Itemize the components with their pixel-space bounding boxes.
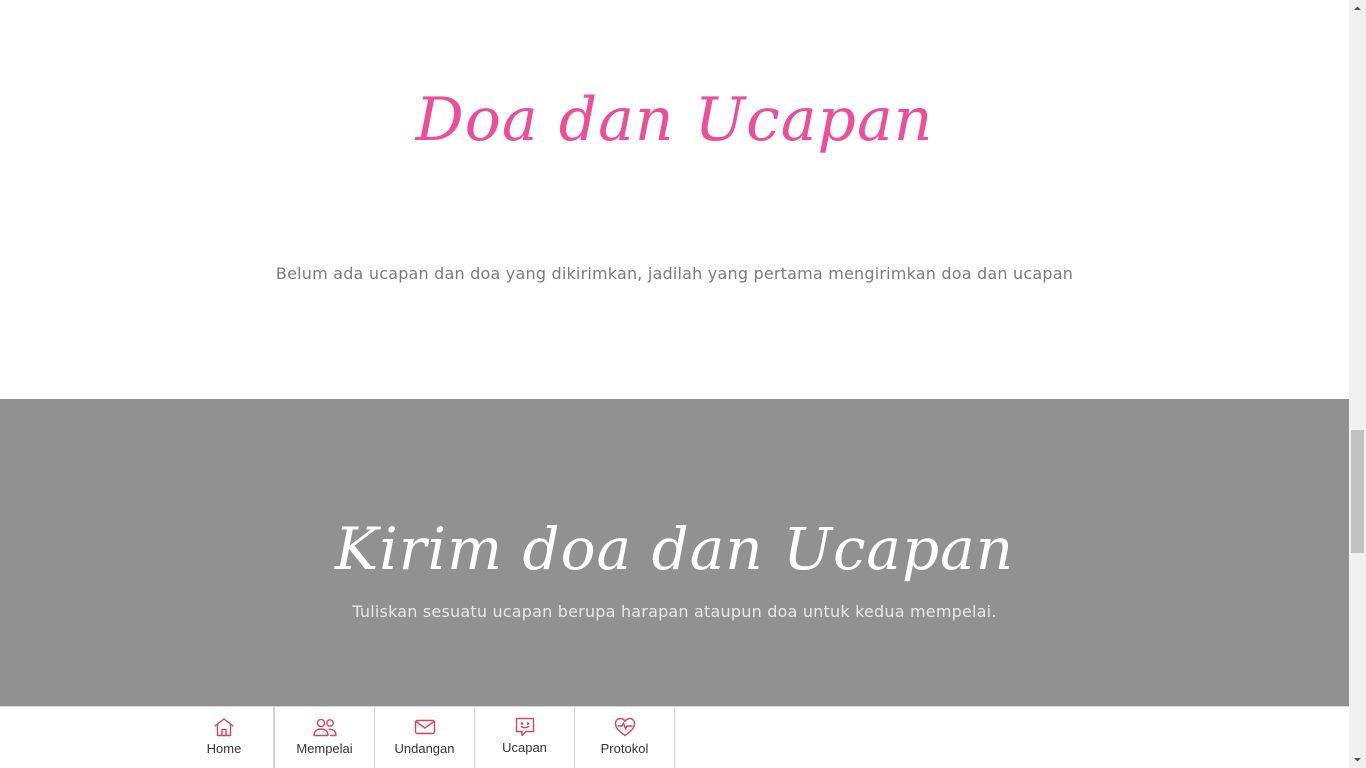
scroll-up-arrow-icon[interactable]	[1349, 0, 1366, 17]
nav-label-ucapan: Ucapan	[502, 740, 547, 755]
nav-label-undangan: Undangan	[394, 741, 455, 756]
home-icon	[214, 718, 234, 737]
doa-section: Doa dan Ucapan Belum ada ucapan dan doa …	[0, 0, 1349, 399]
vertical-scrollbar[interactable]	[1349, 0, 1366, 768]
scrollbar-thumb[interactable]	[1351, 430, 1364, 553]
doa-section-title: Doa dan Ucapan	[415, 85, 934, 155]
nav-item-mempelai[interactable]: Mempelai	[274, 707, 375, 768]
page-viewport: Doa dan Ucapan Belum ada ucapan dan doa …	[0, 0, 1349, 768]
nav-label-protokol: Protokol	[600, 741, 649, 756]
nav-label-mempelai: Mempelai	[296, 741, 353, 756]
nav-item-protokol[interactable]: Protokol	[575, 707, 675, 768]
nav-item-ucapan[interactable]: Ucapan	[475, 707, 575, 768]
nav-item-undangan[interactable]: Undangan	[375, 707, 475, 768]
kirim-section-title: Kirim doa dan Ucapan	[334, 515, 1015, 583]
empty-wishes-message: Belum ada ucapan dan doa yang dikirimkan…	[275, 264, 1074, 283]
scroll-down-arrow-icon[interactable]	[1349, 751, 1366, 768]
chat-smile-icon	[515, 717, 534, 737]
kirim-section-subtitle: Tuliskan sesuatu ucapan berupa harapan a…	[352, 602, 997, 621]
users-icon	[312, 718, 337, 737]
bottom-navigation: Home Mempelai Undangan Ucapan Protokol	[0, 706, 1349, 768]
heart-pulse-icon	[614, 717, 635, 737]
nav-label-home: Home	[206, 741, 242, 756]
nav-item-home[interactable]: Home	[174, 707, 274, 768]
mail-icon	[414, 719, 435, 735]
